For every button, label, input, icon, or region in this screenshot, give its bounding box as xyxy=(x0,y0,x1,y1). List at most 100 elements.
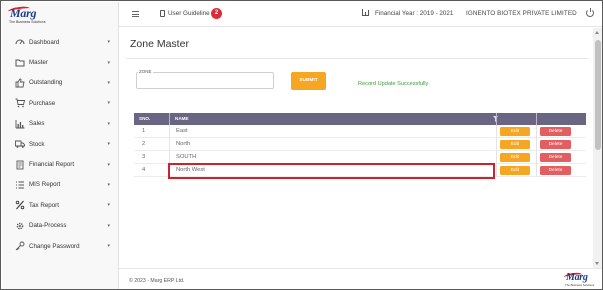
sidebar-item-master[interactable]: Master ▾ xyxy=(2,52,119,72)
submit-button[interactable]: SUBMIT xyxy=(291,72,326,90)
gear-icon xyxy=(14,220,26,232)
sidebar-item-label: Sales xyxy=(29,120,45,128)
chevron-down-icon: ▾ xyxy=(107,120,110,127)
column-divider xyxy=(169,113,170,125)
mobile-icon xyxy=(160,10,165,17)
logo-text: Marg xyxy=(10,6,37,20)
power-icon[interactable] xyxy=(586,8,594,17)
list-icon xyxy=(14,179,26,191)
app-window: Marg The Business Solutions Dashboard ▾ … xyxy=(0,0,603,290)
sidebar-item-label: Tax Report xyxy=(29,201,59,209)
cell-divider xyxy=(536,125,537,138)
folder-icon xyxy=(14,57,26,69)
chevron-down-icon: ▾ xyxy=(107,59,110,66)
scrollbar-thumb[interactable] xyxy=(594,40,601,150)
sidebar-item-outstanding[interactable]: Outstanding ▾ xyxy=(2,73,119,93)
edit-button[interactable]: Edit xyxy=(500,140,530,149)
cell-divider xyxy=(536,164,537,177)
top-bar: User Guideline 2 Financial Year : 2019 -… xyxy=(119,2,602,27)
delete-button[interactable]: Delete xyxy=(540,166,571,175)
page-title: Zone Master xyxy=(130,38,189,50)
edit-button[interactable]: Edit xyxy=(500,127,530,136)
column-header-sno[interactable]: SNO. xyxy=(139,113,150,125)
sidebar-item-label: MIS Report xyxy=(29,181,61,189)
sidebar-item-label: Purchase xyxy=(29,99,56,107)
cell-divider xyxy=(496,151,497,164)
column-divider xyxy=(536,113,537,125)
report-icon xyxy=(14,159,26,171)
delete-button[interactable]: Delete xyxy=(540,140,571,149)
cell-divider xyxy=(536,138,537,151)
delete-button[interactable]: Delete xyxy=(540,153,571,162)
key-icon xyxy=(14,240,26,252)
edit-button[interactable]: Edit xyxy=(500,166,530,175)
dashboard-icon xyxy=(14,36,26,48)
chevron-down-icon: ▾ xyxy=(107,181,110,188)
thumbs-up-icon xyxy=(14,77,26,89)
column-header-name[interactable]: NAME xyxy=(175,113,189,125)
sidebar-item-label: Outstanding xyxy=(29,79,63,87)
sidebar-item-label: Change Password xyxy=(29,242,80,250)
highlight-box xyxy=(168,163,495,179)
cell-sno: 1 xyxy=(142,128,146,134)
percent-icon xyxy=(14,199,26,211)
sidebar-item-data-process[interactable]: Data-Process ▾ xyxy=(2,216,119,236)
chevron-down-icon: ▾ xyxy=(107,39,110,46)
cell-divider xyxy=(169,138,170,151)
financial-year-label[interactable]: Financial Year : 2019 - 2021 xyxy=(375,10,453,17)
chevron-down-icon: ▾ xyxy=(107,202,110,209)
chevron-down-icon: ▾ xyxy=(107,100,110,107)
chevron-down-icon: ▾ xyxy=(107,222,110,229)
logo-tagline: The Business Solutions xyxy=(565,283,595,287)
cell-divider xyxy=(169,125,170,138)
chevron-down-icon: ▾ xyxy=(107,243,110,250)
cell-divider xyxy=(496,125,497,138)
truck-icon xyxy=(14,138,26,150)
company-name[interactable]: IGNENTO BIOTEX PRIVATE LIMITED xyxy=(466,10,577,17)
sidebar-item-purchase[interactable]: Purchase ▾ xyxy=(2,93,119,113)
scroll-down-icon[interactable] xyxy=(595,262,599,265)
sidebar-item-label: Stock xyxy=(29,140,45,148)
sidebar-item-dashboard[interactable]: Dashboard ▾ xyxy=(2,32,119,52)
logo-tagline: The Business Solutions xyxy=(9,20,46,24)
vertical-scrollbar[interactable] xyxy=(593,28,602,268)
sidebar-item-label: Financial Report xyxy=(29,161,75,169)
cell-name: North xyxy=(176,141,191,147)
hamburger-menu-icon[interactable] xyxy=(132,11,139,17)
notification-badge[interactable]: 2 xyxy=(211,8,222,19)
sidebar-item-tax-report[interactable]: Tax Report ▾ xyxy=(2,195,119,215)
chevron-down-icon: ▾ xyxy=(107,141,110,148)
sidebar-item-change-password[interactable]: Change Password ▾ xyxy=(2,236,119,256)
sidebar-item-label: Data-Process xyxy=(29,222,67,230)
sidebar-item-stock[interactable]: Stock ▾ xyxy=(2,134,119,154)
sidebar-item-label: Dashboard xyxy=(29,38,60,46)
sidebar-item-mis-report[interactable]: MIS Report ▾ xyxy=(2,175,119,195)
footer: © 2023 - Marg ERP Ltd. Marg The Business… xyxy=(119,268,602,289)
cell-sno: 4 xyxy=(142,167,146,173)
cell-sno: 3 xyxy=(142,154,146,160)
chevron-down-icon: ▾ xyxy=(107,161,110,168)
table-row[interactable]: 2 North Edit Delete xyxy=(134,138,586,151)
bar-chart-icon xyxy=(362,9,369,16)
footer-logo: Marg The Business Solutions xyxy=(563,271,600,288)
main-content: Zone Master ZONE SUBMIT Record Update Su… xyxy=(119,28,593,268)
edit-button[interactable]: Edit xyxy=(500,153,530,162)
cell-divider xyxy=(536,151,537,164)
divider xyxy=(126,58,588,59)
user-guideline-link[interactable]: User Guideline xyxy=(168,10,210,17)
marg-logo[interactable]: Marg The Business Solutions xyxy=(7,5,68,28)
zone-field-label: ZONE xyxy=(138,69,153,74)
sidebar-item-label: Master xyxy=(29,59,48,67)
table-row[interactable]: 1 East Edit Delete xyxy=(134,125,586,138)
scroll-up-icon[interactable] xyxy=(595,31,599,34)
delete-button[interactable]: Delete xyxy=(540,127,571,136)
sidebar-item-financial-report[interactable]: Financial Report ▾ xyxy=(2,154,119,174)
table-header: SNO. NAME xyxy=(134,113,586,125)
zone-input[interactable] xyxy=(136,72,274,89)
cell-name: East xyxy=(176,128,188,134)
sidebar-nav: Dashboard ▾ Master ▾ Outstanding ▾ Purch… xyxy=(2,32,119,256)
copyright-text: © 2023 - Marg ERP Ltd. xyxy=(129,278,185,284)
sidebar-item-sales[interactable]: Sales ▾ xyxy=(2,114,119,134)
cell-divider xyxy=(496,164,497,177)
logo-text: Marg xyxy=(566,272,588,283)
